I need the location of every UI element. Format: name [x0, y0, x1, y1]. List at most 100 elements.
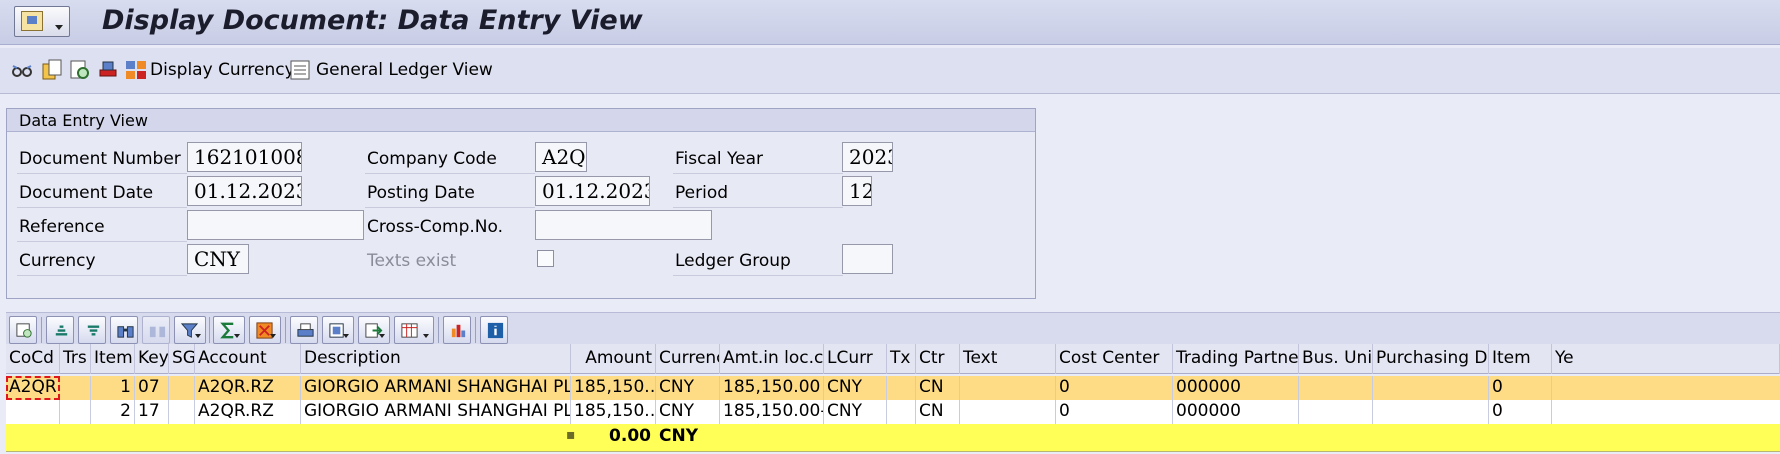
cell-cost-center[interactable]: 0	[1056, 400, 1173, 424]
column-header[interactable]: SG	[169, 344, 195, 374]
posting-date-field[interactable]: 01.12.2023	[535, 176, 650, 206]
table-row[interactable]: 2 17 A2QR.RZ GIORGIO ARMANI SHANGHAI PLA…	[6, 400, 1780, 424]
cross-comp-field[interactable]	[535, 210, 712, 240]
cell-lcurr[interactable]: CNY	[824, 376, 887, 400]
filter-button[interactable]	[174, 316, 206, 344]
cell-key[interactable]: 07	[135, 376, 169, 400]
sort-descending-button[interactable]	[78, 316, 106, 344]
document-date-field[interactable]: 01.12.2023	[187, 176, 302, 206]
general-ledger-icon[interactable]	[288, 58, 312, 82]
copy-document-icon[interactable]	[40, 58, 64, 82]
cell-account[interactable]: A2QR.RZ	[195, 376, 301, 400]
column-header[interactable]: Amount	[571, 344, 656, 374]
display-document-icon[interactable]	[68, 58, 92, 82]
column-header[interactable]: LCurr	[824, 344, 887, 374]
cell-key[interactable]: 17	[135, 400, 169, 424]
graphic-button[interactable]	[443, 316, 471, 344]
divider	[17, 173, 187, 174]
cell-currency[interactable]: CNY	[656, 376, 720, 400]
column-header[interactable]: Description	[301, 344, 571, 374]
cell-amt-loc[interactable]: 185,150.00-	[720, 400, 824, 424]
views-button[interactable]	[322, 316, 354, 344]
export-button[interactable]	[358, 316, 390, 344]
column-header[interactable]: Trading Partner	[1173, 344, 1299, 374]
column-header[interactable]: Item	[91, 344, 135, 374]
printer-icon	[297, 323, 314, 337]
cell-text[interactable]	[960, 376, 1056, 400]
cell-tx[interactable]	[887, 376, 916, 400]
reference-field[interactable]	[187, 210, 364, 240]
cell-cost-center[interactable]: 0	[1056, 376, 1173, 400]
ledger-group-field[interactable]	[842, 244, 893, 274]
cell-ctr[interactable]: CN	[916, 400, 960, 424]
cell-amount[interactable]: 185,150.…	[571, 400, 656, 424]
column-header[interactable]: CoCd	[6, 344, 60, 374]
menu-icon[interactable]	[14, 6, 70, 37]
cell-sg[interactable]	[169, 376, 195, 400]
cell-trs[interactable]	[60, 400, 91, 424]
cell-ctr[interactable]: CN	[916, 376, 960, 400]
cell-lcurr[interactable]: CNY	[824, 400, 887, 424]
texts-exist-checkbox[interactable]	[537, 250, 554, 267]
cell-cocd[interactable]	[6, 400, 60, 424]
cell-item2[interactable]: 0	[1489, 400, 1552, 424]
column-header[interactable]: Trs	[60, 344, 91, 374]
cell-sg[interactable]	[169, 400, 195, 424]
column-header[interactable]: Amt.in loc.cur.	[720, 344, 824, 374]
cell-item[interactable]: 2	[91, 400, 135, 424]
print-preview-button[interactable]	[290, 316, 318, 344]
cell-purch-doc[interactable]	[1373, 400, 1489, 424]
cell-description[interactable]: GIORGIO ARMANI SHANGHAI PLAZA	[301, 400, 571, 424]
cell-item2[interactable]: 0	[1489, 376, 1552, 400]
cell-amt-loc[interactable]: 185,150.00	[720, 376, 824, 400]
details-button[interactable]	[9, 316, 37, 344]
divider	[17, 275, 187, 276]
currency-field[interactable]: CNY	[187, 244, 249, 274]
glasses-icon[interactable]	[10, 58, 34, 82]
display-currency-button[interactable]: Display Currency	[150, 60, 295, 80]
print-icon[interactable]	[96, 58, 120, 82]
column-header[interactable]: Ye	[1552, 344, 1780, 374]
cell-bus-unit[interactable]	[1299, 400, 1373, 424]
find-next-button[interactable]	[142, 316, 170, 344]
cell-account[interactable]: A2QR.RZ	[195, 400, 301, 424]
layout-button[interactable]	[394, 316, 434, 344]
information-button[interactable]	[480, 316, 508, 344]
posting-date-label: Posting Date	[367, 183, 475, 203]
subtotal-button[interactable]	[249, 316, 281, 344]
table-row[interactable]: A2QR 1 07 A2QR.RZ GIORGIO ARMANI SHANGHA…	[6, 376, 1780, 400]
column-header[interactable]: Key	[135, 344, 169, 374]
general-ledger-view-button[interactable]: General Ledger View	[316, 60, 493, 80]
total-button[interactable]	[213, 316, 245, 344]
column-header[interactable]: Text	[960, 344, 1056, 374]
cell-purch-doc[interactable]	[1373, 376, 1489, 400]
cell-item[interactable]: 1	[91, 376, 135, 400]
document-number-field[interactable]: 1621010087	[187, 142, 302, 172]
cell-trs[interactable]	[60, 376, 91, 400]
document-date-label: Document Date	[19, 183, 154, 203]
cell-trading-partner[interactable]: 000000	[1173, 400, 1299, 424]
column-header[interactable]: Bus. Unit	[1299, 344, 1373, 374]
column-header[interactable]: Account	[195, 344, 301, 374]
display-currency-icon[interactable]	[124, 58, 148, 82]
period-field[interactable]: 12	[842, 176, 872, 206]
cell-bus-unit[interactable]	[1299, 376, 1373, 400]
cell-text[interactable]	[960, 400, 1056, 424]
column-header[interactable]: Cost Center	[1056, 344, 1173, 374]
cell-tx[interactable]	[887, 400, 916, 424]
find-button[interactable]	[110, 316, 138, 344]
column-header[interactable]: Tx	[887, 344, 916, 374]
column-header[interactable]: Currency	[656, 344, 720, 374]
column-header[interactable]: Item	[1489, 344, 1552, 374]
application-toolbar: Display Currency General Ledger View	[0, 48, 1780, 94]
cell-cocd[interactable]: A2QR	[6, 376, 60, 400]
fiscal-year-field[interactable]: 2023	[842, 142, 893, 172]
column-header[interactable]: Purchasing Doc.	[1373, 344, 1489, 374]
cell-description[interactable]: GIORGIO ARMANI SHANGHAI PLAZA	[301, 376, 571, 400]
company-code-field[interactable]: A2QR	[535, 142, 587, 172]
sort-ascending-button[interactable]	[46, 316, 74, 344]
column-header[interactable]: Ctr	[916, 344, 960, 374]
cell-trading-partner[interactable]: 000000	[1173, 376, 1299, 400]
cell-amount[interactable]: 185,150.…	[571, 376, 656, 400]
cell-currency[interactable]: CNY	[656, 400, 720, 424]
